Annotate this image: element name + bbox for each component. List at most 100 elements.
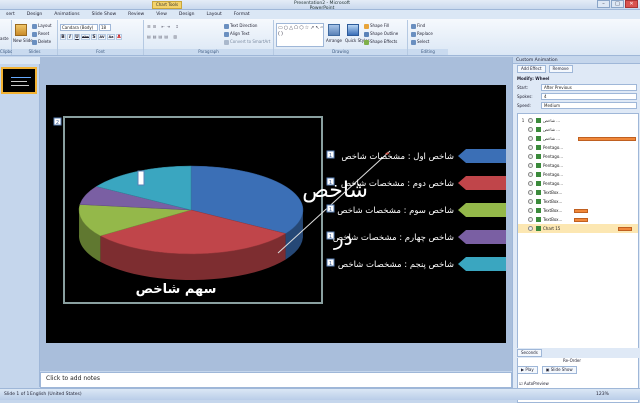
thumbnails-tab-header[interactable] (0, 57, 40, 64)
replace-button[interactable]: Replace (411, 31, 433, 37)
start-select[interactable]: After Previous (541, 84, 637, 91)
shape-effects-label: Shape Effects (370, 39, 398, 44)
slide-thumbnail-1[interactable] (1, 67, 37, 94)
pie-chart[interactable] (78, 165, 304, 280)
font-size-field[interactable]: 18 (99, 24, 111, 31)
mouse-trigger-icon (528, 217, 533, 222)
animation-item[interactable]: Pentago... (518, 170, 638, 179)
zoom-level[interactable]: 123% (596, 389, 609, 401)
italic-button[interactable]: I (67, 34, 73, 40)
layout-button[interactable]: Layout (32, 23, 52, 29)
autopreview-label: AutoPreview (523, 381, 549, 386)
shape-effects-button[interactable]: Shape Effects (364, 39, 397, 45)
list-buttons[interactable]: ☰☰ ⇤⇥ ↕ (147, 24, 181, 29)
select-button[interactable]: Select (411, 39, 429, 45)
reorder-label[interactable]: Re-Order (563, 358, 581, 363)
legend-pentagon-1[interactable] (458, 149, 506, 163)
legend-text-1[interactable]: شاخص اول : مشخصات شاخص (341, 152, 454, 162)
shape-fill-button[interactable]: Shape Fill (364, 23, 389, 29)
shape-outline-button[interactable]: Shape Outline (364, 31, 398, 37)
legend-text-3[interactable]: شاخص سوم : مشخصات شاخص (337, 206, 454, 216)
timeline-unit-select[interactable]: Seconds (517, 349, 542, 357)
play-button[interactable]: ▶ Play (517, 366, 538, 374)
spokes-select[interactable]: 4 (541, 93, 637, 100)
animation-item[interactable]: Chart 15 (518, 224, 638, 233)
animation-item-label: Pentago... (543, 181, 564, 186)
new-slide-icon[interactable] (15, 24, 27, 36)
animation-item[interactable]: شاخص ... (518, 125, 638, 134)
reset-button[interactable]: Reset (32, 31, 49, 37)
find-button[interactable]: Find (411, 23, 425, 29)
align-buttons[interactable]: ▤▤▤▤ ▥ (147, 34, 179, 39)
tab-chart-format[interactable]: Format (228, 10, 256, 19)
animation-item[interactable]: TextBox... (518, 215, 638, 224)
legend-text-2[interactable]: شاخص دوم : مشخصات شاخص (341, 179, 454, 189)
font-name-field[interactable]: Candara (Body) (60, 24, 98, 31)
animation-item[interactable]: Pentago... (518, 161, 638, 170)
reset-label: Reset (38, 31, 50, 36)
legend-pentagon-2[interactable] (458, 176, 506, 190)
slide[interactable]: 2 سهم شاخص شاخص در ⌖ 1 شاخص اول : مشخصات … (46, 85, 506, 343)
animation-item[interactable]: شاخص ... (518, 134, 638, 143)
font-color-button[interactable]: A (116, 34, 122, 40)
animation-item-label: Chart 15 (543, 226, 561, 231)
underline-button[interactable]: U (74, 34, 80, 40)
delete-button[interactable]: Delete (32, 39, 51, 45)
language-status[interactable]: English (United States) (30, 389, 82, 401)
tab-design[interactable]: Design (21, 10, 49, 19)
animation-item[interactable]: TextBox... (518, 206, 638, 215)
char-spacing-button[interactable]: AV (98, 34, 106, 40)
arrange-button[interactable]: Arrange (326, 38, 342, 43)
layout-label: Layout (38, 23, 52, 28)
arrange-icon[interactable] (328, 24, 340, 36)
animation-item[interactable]: Pentago... (518, 143, 638, 152)
convert-smartart-button[interactable]: Convert to SmartArt (224, 39, 270, 45)
close-button[interactable]: ✕ (625, 0, 638, 8)
quick-styles-icon[interactable] (347, 24, 359, 36)
timeline-bar[interactable] (578, 137, 636, 141)
legend-pentagon-4[interactable] (458, 230, 506, 244)
remove-button[interactable]: Remove (548, 65, 573, 73)
speed-select[interactable]: Medium (541, 102, 637, 109)
align-text-button[interactable]: Align Text (224, 31, 249, 37)
slide-show-button[interactable]: ▣ Slide Show (541, 366, 577, 374)
effect-star-icon (536, 226, 541, 231)
paste-button[interactable]: aste (0, 36, 9, 41)
text-direction-button[interactable]: Text Direction (224, 23, 257, 29)
strikethrough-button[interactable]: abc (81, 34, 90, 40)
legend-text-4[interactable]: شاخص چهارم : مشخصات شاخص (333, 233, 454, 243)
timeline-bar[interactable] (574, 218, 588, 222)
find-label: Find (417, 23, 426, 28)
shadow-button[interactable]: S (91, 34, 97, 40)
bold-button[interactable]: B (60, 34, 66, 40)
tab-chart-design[interactable]: Design (173, 10, 201, 19)
shapes-gallery[interactable]: ▭○△⬠⬡☆↗↖⇨⇦{}() (276, 23, 324, 47)
animation-item[interactable]: 1 شاخص ... (518, 116, 638, 125)
timeline-bar[interactable] (574, 209, 588, 213)
legend-pentagon-5[interactable] (458, 257, 506, 271)
new-slide-button[interactable]: New Slide (13, 38, 33, 43)
tab-review[interactable]: Review (122, 10, 150, 19)
minimize-button[interactable]: – (597, 0, 610, 8)
tab-slide-show[interactable]: Slide Show (86, 10, 123, 19)
slides-group: New Slide Layout Reset Delete Slides (12, 20, 58, 55)
legend-text-5[interactable]: شاخص پنجم : مشخصات شاخص (338, 260, 454, 270)
add-effect-button[interactable]: Add Effect (517, 65, 546, 73)
animation-item[interactable]: Pentago... (518, 179, 638, 188)
timeline-bar[interactable] (618, 227, 632, 231)
autopreview-checkbox[interactable]: ☑ AutoPreview (519, 381, 549, 386)
tab-insert[interactable]: sert (0, 10, 21, 19)
animation-item-label: Pentago... (543, 172, 564, 177)
tab-chart-layout[interactable]: Layout (200, 10, 227, 19)
animation-item[interactable]: TextBox... (518, 188, 638, 197)
animation-item[interactable]: Pentago... (518, 152, 638, 161)
thumb-line (11, 85, 29, 86)
legend-tag-number: 1 (329, 153, 332, 159)
notes-pane[interactable]: Click to add notes (40, 372, 512, 388)
animation-item[interactable]: TextBox... (518, 197, 638, 206)
maximize-button[interactable]: □ (611, 0, 624, 8)
tab-animations[interactable]: Animations (48, 10, 85, 19)
legend-pentagon-3[interactable] (458, 203, 506, 217)
tab-view[interactable]: View (150, 10, 173, 19)
change-case-button[interactable]: Aa (107, 34, 115, 40)
